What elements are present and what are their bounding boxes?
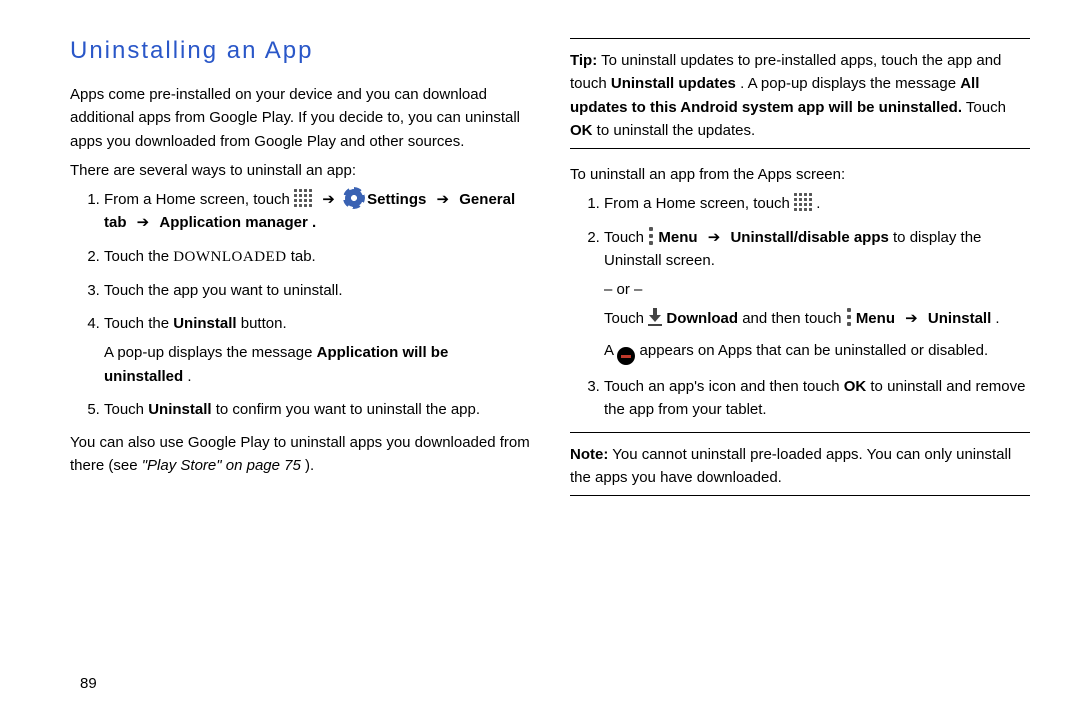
uninstall-label: Uninstall [928, 310, 991, 327]
downloaded-tab-label: DOWNLOADED [173, 249, 286, 265]
text: button. [241, 315, 287, 332]
uninstall-disable-label: Uninstall/disable apps [730, 229, 888, 246]
step-4: Touch the Uninstall button. A pop-up dis… [104, 312, 530, 388]
text: ). [305, 457, 314, 474]
section-heading: Uninstalling an App [70, 32, 530, 69]
note-block: Note: You cannot uninstall pre-loaded ap… [570, 443, 1030, 490]
arrow-icon: ➔ [702, 226, 727, 249]
text: Touch the [104, 248, 173, 265]
step-1: From a Home screen, touch ➔ Settings ➔ G… [104, 188, 530, 235]
text: . A pop-up displays the message [740, 75, 960, 92]
divider [570, 148, 1030, 149]
ok-label: OK [844, 378, 867, 395]
divider [570, 38, 1030, 39]
text: Touch [604, 229, 648, 246]
text: . [995, 310, 999, 327]
arrow-icon: ➔ [316, 188, 341, 211]
left-column: Uninstalling an App Apps come pre-instal… [70, 32, 530, 484]
text: A [604, 342, 617, 359]
right-column: Tip: To uninstall updates to pre-install… [570, 32, 1030, 506]
text: Touch [104, 401, 148, 418]
apps-screen-subhead: To uninstall an app from the Apps screen… [570, 163, 1030, 186]
text: to confirm you want to uninstall the app… [216, 401, 480, 418]
arrow-icon: ➔ [431, 188, 456, 211]
uninstall-confirm-label: Uninstall [148, 401, 211, 418]
menu-label: Menu [856, 310, 899, 327]
menu-label: Menu [658, 229, 701, 246]
xref-label: "Play Store" [142, 457, 222, 474]
apps-grid-icon [794, 193, 812, 211]
text: and then touch [742, 310, 845, 327]
or-separator: – or – [604, 278, 1030, 301]
step-3: Touch the app you want to uninstall. [104, 279, 530, 302]
rstep-3: Touch an app's icon and then touch OK to… [604, 375, 1030, 422]
arrow-icon: ➔ [899, 307, 924, 330]
note-body: You cannot uninstall pre-loaded apps. Yo… [570, 446, 1011, 486]
download-icon [648, 308, 662, 326]
left-steps: From a Home screen, touch ➔ Settings ➔ G… [70, 188, 530, 421]
step-5: Touch Uninstall to confirm you want to u… [104, 398, 530, 421]
play-store-note: You can also use Google Play to uninstal… [70, 431, 530, 478]
text: . [816, 195, 820, 212]
text: appears on Apps that can be uninstalled … [640, 342, 989, 359]
right-steps: From a Home screen, touch . Touch Menu ➔… [570, 192, 1030, 421]
text: . [187, 368, 191, 385]
rstep-1: From a Home screen, touch . [604, 192, 1030, 215]
popup-message: A pop-up displays the message Applicatio… [104, 341, 530, 388]
ok-label: OK [570, 122, 593, 139]
tip-label: Tip: [570, 52, 597, 69]
text: From a Home screen, touch [104, 191, 294, 208]
text: Touch an app's icon and then touch [604, 378, 844, 395]
download-label: Download [666, 310, 738, 327]
settings-gear-icon [345, 189, 363, 207]
text: Touch the [104, 315, 173, 332]
arrow-icon: ➔ [131, 211, 156, 234]
play-store-xref: "Play Store" on page 75 [142, 457, 305, 474]
page-number: 89 [80, 675, 97, 692]
text: to uninstall the updates. [597, 122, 755, 139]
xref-page: on page 75 [226, 457, 301, 474]
divider [570, 495, 1030, 496]
app-manager-label: Application manager . [159, 214, 316, 231]
menu-dots-icon [648, 227, 654, 245]
text: tab. [291, 248, 316, 265]
uninstall-button-label: Uninstall [173, 315, 236, 332]
steps-lead: There are several ways to uninstall an a… [70, 159, 530, 182]
divider [570, 432, 1030, 433]
text: Touch [966, 99, 1006, 116]
note-label: Note: [570, 446, 608, 463]
text: Touch [604, 310, 648, 327]
intro-paragraph: Apps come pre-installed on your device a… [70, 83, 530, 153]
badge-note: A appears on Apps that can be uninstalle… [604, 339, 1030, 366]
minus-badge-icon [617, 347, 635, 365]
step-2: Touch the DOWNLOADED tab. [104, 245, 530, 269]
text: A pop-up displays the message [104, 344, 317, 361]
apps-grid-icon [294, 189, 312, 207]
text: From a Home screen, touch [604, 195, 794, 212]
uninstall-updates-label: Uninstall updates [611, 75, 736, 92]
tip-block: Tip: To uninstall updates to pre-install… [570, 49, 1030, 142]
rstep-2: Touch Menu ➔ Uninstall/disable apps to d… [604, 226, 1030, 366]
settings-label: Settings [367, 191, 430, 208]
menu-dots-icon [846, 308, 852, 326]
